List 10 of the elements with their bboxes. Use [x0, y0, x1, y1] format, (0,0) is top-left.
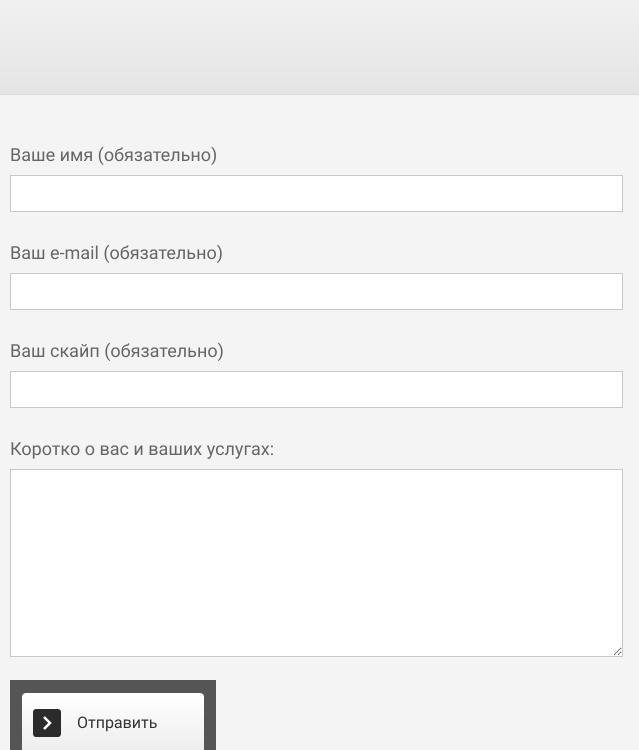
field-label: Ваш e-mail (обязательно): [10, 243, 224, 265]
submit-button[interactable]: Отправить: [22, 693, 204, 750]
field-label: Ваш скайп (обязательно): [10, 341, 225, 363]
chevron-icon: [33, 709, 61, 737]
field-label: Коротко о вас и ваших услугах:: [10, 439, 276, 461]
text-area[interactable]: [10, 469, 623, 657]
input-field[interactable]: [10, 273, 623, 310]
field-label: Ваше имя (обязательно): [10, 145, 218, 167]
input-field[interactable]: [10, 371, 623, 408]
input-field[interactable]: [10, 175, 623, 212]
